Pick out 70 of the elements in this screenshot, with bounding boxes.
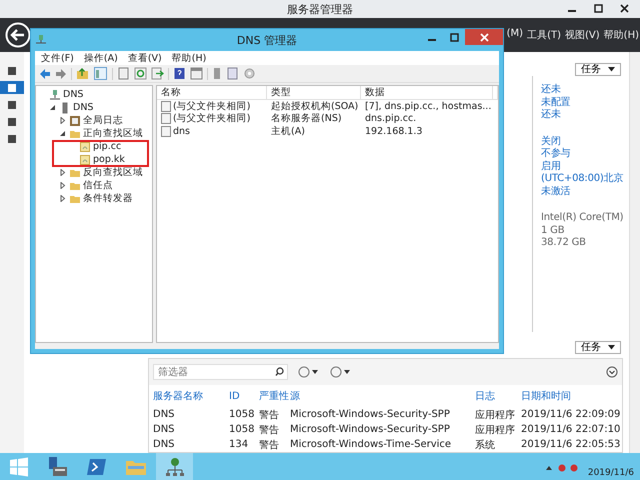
column-header[interactable]: 数据 — [361, 86, 493, 99]
tree-item[interactable]: DNS — [63, 89, 84, 100]
table-cell: 2019/11/6 22:05:53 — [521, 439, 621, 450]
property-value: 38.72 GB — [541, 237, 587, 250]
table-cell: 2019/11/6 22:07:10 — [521, 424, 621, 435]
property-link[interactable]: 不参与 — [541, 148, 629, 160]
menu-item[interactable]: 工具(T) — [527, 28, 562, 42]
table-cell-text: 应用程序 — [475, 408, 516, 422]
column-header[interactable]: 源 — [290, 389, 475, 403]
window-title: 服务器管理器 — [287, 2, 353, 16]
tree-item[interactable]: pop.kk — [93, 154, 125, 165]
table-cell-text: 警告 — [259, 438, 280, 452]
table-cell-text: 1058 — [229, 424, 256, 435]
column-header[interactable]: 日期和时间 — [521, 389, 621, 403]
table-cell-text: DNS — [153, 409, 176, 420]
tree-item[interactable]: 反向查找区域 — [83, 166, 143, 179]
window-title: DNS 管理器 — [236, 32, 298, 48]
table-cell-text: dns.pip.cc. — [364, 113, 418, 124]
table-cell-text: 起始授权机构(SOA) — [270, 100, 360, 113]
filter-field[interactable]: 筛选器 — [153, 364, 288, 380]
table-cell-text: 系统 — [475, 438, 496, 452]
property-value: 1 GB — [541, 224, 566, 237]
table-cell-text: DNS — [153, 439, 176, 450]
table-cell-text: 警告 — [259, 424, 280, 436]
tree-item[interactable]: DNS — [73, 102, 94, 113]
table-cell-text: DNS — [153, 424, 176, 435]
menu-item[interactable]: 查看(V) — [128, 52, 162, 64]
clock-date: 2019/11/6 — [588, 468, 634, 480]
property-link[interactable]: 还未 — [541, 109, 629, 122]
tree-item[interactable]: pip.cc — [93, 141, 122, 152]
table-cell-text: Microsoft-Windows-Security-SPP — [290, 409, 451, 420]
tasks-dropdown[interactable]: 任务 — [575, 63, 621, 76]
tree-item[interactable]: 正向查找区域 — [83, 127, 143, 140]
property-link[interactable]: 未激活 — [541, 186, 629, 198]
menu-item[interactable]: 视图(V) — [565, 28, 600, 42]
menu-item[interactable]: 文件(F) — [41, 52, 74, 64]
menu-item[interactable]: 帮助(H) — [604, 28, 639, 42]
table-cell-text: 192.168.1.3 — [364, 126, 424, 137]
table-cell-text: 警告 — [259, 408, 280, 422]
property-link[interactable]: 关闭 — [541, 136, 629, 148]
table-cell-text: 名称服务器(NS) — [270, 112, 343, 126]
property-link[interactable]: (UTC+08:00)北京 — [541, 173, 629, 186]
property-link[interactable]: 启用 — [541, 160, 629, 173]
table-cell-text: 134 — [229, 439, 250, 450]
column-header[interactable]: ID — [229, 390, 259, 402]
menu-item[interactable]: 帮助(H) — [172, 52, 206, 64]
property-value: Intel(R) Core(TM) — [541, 212, 624, 224]
column-header[interactable]: 严重性 — [259, 389, 290, 403]
column-header[interactable]: 服务器名称 — [153, 389, 229, 403]
table-cell-text: 主机(A) — [270, 124, 306, 138]
table-cell: (与父文件夹相同) — [173, 112, 250, 126]
column-header[interactable]: 类型 — [267, 86, 361, 99]
tasks-dropdown[interactable]: 任务 — [575, 341, 621, 354]
table-cell: dns — [173, 126, 190, 137]
property-link[interactable]: 未配置 — [541, 96, 629, 109]
table-cell-text: [7], dns.pip.cc., hostmas... — [364, 100, 492, 112]
table-cell: 2019/11/6 22:09:09 — [521, 409, 621, 420]
table-cell-text: 1058 — [229, 409, 256, 420]
tree-item[interactable]: 信任点 — [83, 179, 113, 192]
column-header[interactable]: 日志 — [475, 389, 521, 403]
table-cell: (与父文件夹相同) — [173, 100, 250, 113]
menu-item[interactable]: (M) — [506, 28, 524, 42]
tree-item[interactable]: 条件转发器 — [83, 192, 133, 205]
tree-item[interactable]: 全局日志 — [83, 114, 123, 127]
menu-item[interactable]: 操作(A) — [84, 52, 118, 64]
property-link[interactable]: 还未 — [541, 84, 629, 96]
column-header[interactable]: 名称 — [157, 86, 267, 99]
table-cell-text: Microsoft-Windows-Security-SPP — [290, 424, 451, 435]
table-cell-text: 应用程序 — [475, 424, 516, 436]
table-cell-text: Microsoft-Windows-Time-Service — [290, 439, 452, 450]
